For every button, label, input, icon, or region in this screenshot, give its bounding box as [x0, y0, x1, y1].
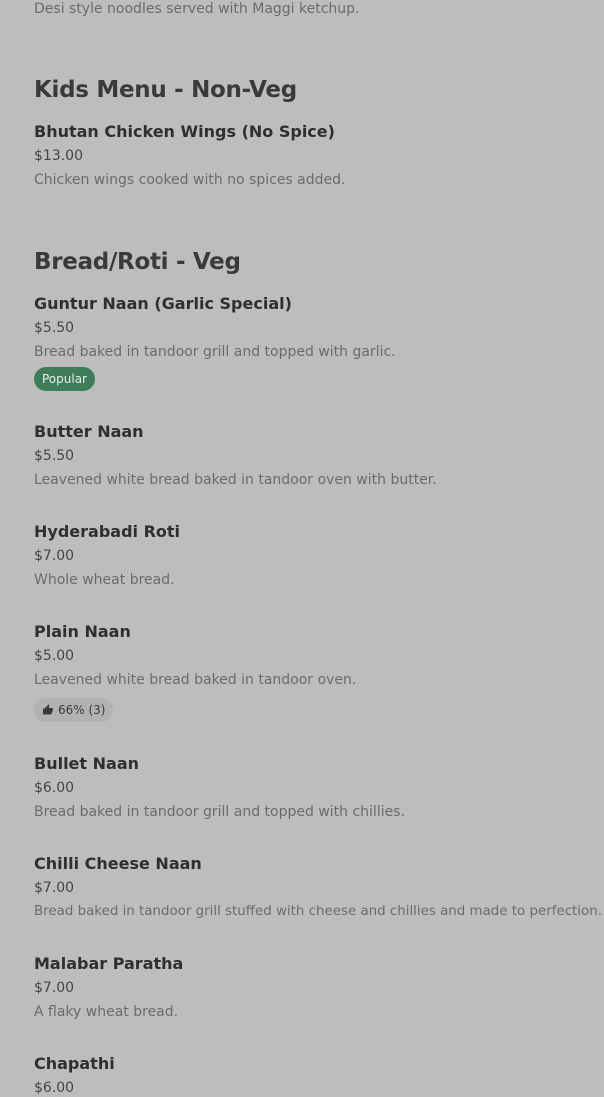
item-description: Leavened white bread baked in tandoor ov… [34, 672, 357, 688]
rating-text: 66% (3) [58, 703, 106, 717]
popular-badge: Popular [34, 367, 95, 391]
item-name: Bhutan Chicken Wings (No Spice) [34, 122, 335, 141]
section-title-kids-non-veg: Kids Menu - Non-Veg [34, 77, 297, 103]
thumbs-up-icon [43, 704, 53, 715]
item-name: Chapathi [34, 1054, 115, 1073]
item-name: Malabar Paratha [34, 954, 184, 973]
item-price: $5.50 [34, 320, 75, 336]
menu-item-butter-naan[interactable]: Butter Naan $5.50 Leavened white bread b… [34, 422, 594, 489]
menu-item-plain-naan[interactable]: Plain Naan $5.00 Leavened white bread ba… [34, 622, 594, 722]
menu-item-guntur-naan[interactable]: Guntur Naan (Garlic Special) $5.50 Bread… [34, 294, 594, 391]
menu-item-malabar-paratha[interactable]: Malabar Paratha $7.00 A flaky wheat brea… [34, 954, 594, 1021]
rating-badge: 66% (3) [34, 698, 114, 722]
item-price: $5.00 [34, 648, 75, 664]
item-description: Bread baked in tandoor grill stuffed wit… [34, 904, 602, 919]
item-price: $6.00 [34, 780, 75, 796]
item-description: Whole wheat bread. [34, 572, 175, 588]
item-description: Bread baked in tandoor grill and topped … [34, 344, 396, 360]
item-name: Plain Naan [34, 622, 131, 641]
item-price: $7.00 [34, 548, 75, 564]
item-name: Butter Naan [34, 422, 144, 441]
item-name: Bullet Naan [34, 754, 139, 773]
menu-item-chilli-cheese-naan[interactable]: Chilli Cheese Naan $7.00 Bread baked in … [34, 854, 602, 921]
menu-item-bullet-naan[interactable]: Bullet Naan $6.00 Bread baked in tandoor… [34, 754, 594, 821]
item-description: Bread baked in tandoor grill and topped … [34, 804, 405, 820]
item-price: $13.00 [34, 148, 83, 164]
item-price: $7.00 [34, 880, 75, 896]
menu-item-bhutan-chicken-wings[interactable]: Bhutan Chicken Wings (No Spice) $13.00 C… [34, 122, 594, 189]
item-name: Chilli Cheese Naan [34, 854, 202, 873]
item-description: Chicken wings cooked with no spices adde… [34, 172, 346, 188]
menu-item-hyderabadi-roti[interactable]: Hyderabadi Roti $7.00 Whole wheat bread. [34, 522, 594, 589]
item-description: A flaky wheat bread. [34, 1004, 179, 1020]
item-description: Leavened white bread baked in tandoor ov… [34, 472, 437, 488]
item-price: $7.00 [34, 980, 75, 996]
item-price: $6.00 [34, 1080, 75, 1096]
previous-item-description: Desi style noodles served with Maggi ket… [34, 1, 360, 17]
item-name: Hyderabadi Roti [34, 522, 181, 541]
section-title-bread-roti-veg: Bread/Roti - Veg [34, 249, 241, 275]
item-name: Guntur Naan (Garlic Special) [34, 294, 292, 313]
item-price: $5.50 [34, 448, 75, 464]
